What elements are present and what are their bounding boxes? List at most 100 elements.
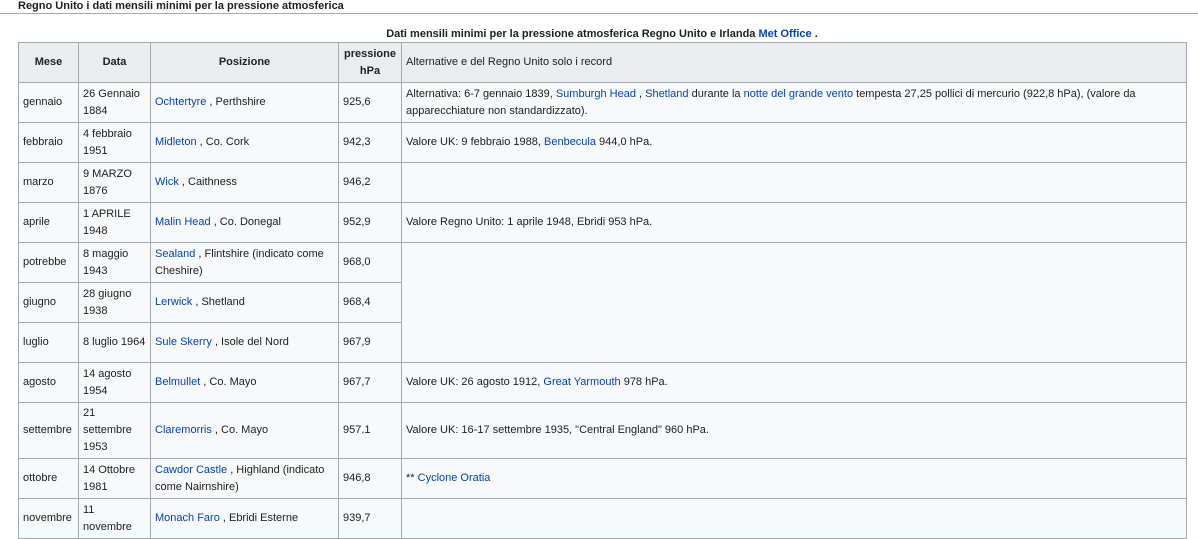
cell-data: 14 Ottobre 1981 [78,458,151,499]
cell-pressione: 925,6 [338,82,402,123]
note-link[interactable]: notte del grande vento [744,88,853,100]
table-row: settembre 21 settembre 1953 Claremorris , … [18,402,1187,459]
table-row: aprile 1 APRILE 1948 Malin Head , Co. Done… [18,202,1187,243]
caption-text: Dati mensili minimi per la pressione atm… [386,28,756,40]
note-link[interactable]: Sumburgh Head [556,88,636,100]
cell-posizione: Lerwick , Shetland [150,282,339,323]
note-link[interactable]: Great Yarmouth [543,376,620,388]
cell-pressione: 967,7 [338,362,402,403]
table-row: novembre 11 novembre Monach Faro , Ebridi … [18,498,1187,539]
note-text: Valore Regno Unito: 1 aprile 1948, Ebrid… [406,216,653,228]
cell-posizione: Ochtertyre , Perthshire [150,82,339,123]
cell-posizione: Cawdor Castle , Highland (indicato come … [150,458,339,499]
cell-posizione: Malin Head , Co. Donegal [150,202,339,243]
table-body: gennaio 26 Gennaio 1884 Ochtertyre , Perth… [18,82,1187,539]
page-heading: Regno Unito i dati mensili minimi per la… [18,0,344,12]
place-link[interactable]: Wick [155,176,179,188]
place-link[interactable]: Cawdor Castle [155,464,227,476]
cell-note: Valore UK: 26 agosto 1912, Great Yarmout… [401,362,1187,403]
cell-data: 14 agosto 1954 [78,362,151,403]
place-region: , Ebridi Esterne [219,512,299,524]
cell-mese: novembre [18,498,79,539]
cell-data: 21 settembre 1953 [78,402,151,459]
table-row: ottobre 14 Ottobre 1981 Cawdor Castle , Hi… [18,458,1187,499]
note-text: durante la [688,87,744,100]
table-row: agosto 14 agosto 1954 Belmullet , Co. Mayo… [18,362,1187,403]
table-row: febbraio 4 febbraio 1951 Midleton , Co. Co… [18,122,1187,163]
cell-mese: aprile [18,202,79,243]
place-link[interactable]: Sealand [155,248,195,260]
place-link[interactable]: Malin Head [155,216,211,228]
cell-posizione: Sealand , Flintshire (indicato come Ches… [150,242,339,283]
note-text: 978 hPa. [620,376,668,388]
place-link[interactable]: Midleton [155,136,197,148]
place-region: , Shetland [192,296,245,308]
header-data[interactable]: Data [78,42,151,83]
place-link[interactable]: Monach Faro [155,512,220,524]
cell-data: 1 APRILE 1948 [78,202,151,243]
table-row: gennaio 26 Gennaio 1884 Ochtertyre , Perth… [18,82,1187,123]
note-text: 944,0 hPa. [596,136,653,148]
note-link[interactable]: Cyclone Oratia [418,472,491,484]
cell-mese: potrebbe [18,242,79,283]
cell-posizione: Claremorris , Co. Mayo [150,402,339,459]
note-link[interactable]: Shetland [645,88,688,100]
cell-posizione: Monach Faro , Ebridi Esterne [150,498,339,539]
cell-note: Valore UK: 16-17 settembre 1935, "Centra… [401,402,1187,459]
note-text: , [635,87,646,100]
header-posizione[interactable]: Posizione [150,42,339,83]
cell-data: 26 Gennaio 1884 [78,82,151,123]
cell-pressione: 968,4 [338,282,402,323]
cell-pressione: 939,7 [338,498,402,539]
place-region: , Perthshire [206,96,266,108]
cell-pressione: 957.1 [338,402,402,459]
cell-posizione: Midleton , Co. Cork [150,122,339,163]
place-region: , Isole del Nord [211,336,289,348]
note-link[interactable]: Benbecula [544,136,596,148]
table-row: marzo 9 MARZO 1876 Wick , Caithness 946,2 [18,162,1187,203]
cell-mese: giugno [18,282,79,323]
header-row: Mese Data Posizione pressione hPa Altern… [18,42,1187,83]
place-region: , Co. Cork [196,136,250,148]
header-mese[interactable]: Mese [18,42,79,83]
cell-data: 9 MARZO 1876 [78,162,151,203]
note-text: Alternativa: 6-7 gennaio 1839, [406,87,556,100]
place-link[interactable]: Ochtertyre [155,96,206,108]
note-text: ** [406,472,418,484]
cell-note: ** Cyclone Oratia [401,458,1187,499]
cell-posizione: Belmullet , Co. Mayo [150,362,339,403]
cell-pressione: 946,2 [338,162,402,203]
cell-posizione: Wick , Caithness [150,162,339,203]
place-link[interactable]: Belmullet [155,376,200,388]
cell-mese: febbraio [18,122,79,163]
cell-pressione: 946,8 [338,458,402,499]
cell-data: 8 luglio 1964 [78,322,151,363]
place-link[interactable]: Lerwick [155,296,192,308]
note-text: Valore UK: 26 agosto 1912, [406,376,544,388]
place-region: , Co. Donegal [210,216,281,228]
cell-note [401,242,1187,363]
cell-posizione: Sule Skerry , Isole del Nord [150,322,339,363]
header-note[interactable]: Alternative e del Regno Unito solo i rec… [401,42,1187,83]
met-office-link[interactable]: Met Office [758,28,811,40]
place-link[interactable]: Sule Skerry [155,336,212,348]
cell-note [401,162,1187,203]
cell-mese: agosto [18,362,79,403]
table-caption: Dati mensili minimi per la pressione atm… [18,28,1186,40]
pressure-table: Mese Data Posizione pressione hPa Altern… [18,42,1187,539]
cell-note [401,498,1187,539]
cell-mese: settembre [18,402,79,459]
cell-data: 4 febbraio 1951 [78,122,151,163]
cell-mese: luglio [18,322,79,363]
place-region: , Co. Mayo [200,376,257,388]
cell-mese: gennaio [18,82,79,123]
place-link[interactable]: Claremorris [155,424,212,436]
note-text: Valore UK: 16-17 settembre 1935, "Centra… [406,424,709,436]
cell-note: Valore UK: 9 febbraio 1988, Benbecula 94… [401,122,1187,163]
place-region: , Co. Mayo [211,424,269,436]
cell-pressione: 942,3 [338,122,402,163]
cell-note: Alternativa: 6-7 gennaio 1839, Sumburgh … [401,82,1187,123]
cell-mese: ottobre [18,458,79,499]
header-pressione[interactable]: pressione hPa [338,42,402,83]
caption-suffix: . [811,28,818,40]
